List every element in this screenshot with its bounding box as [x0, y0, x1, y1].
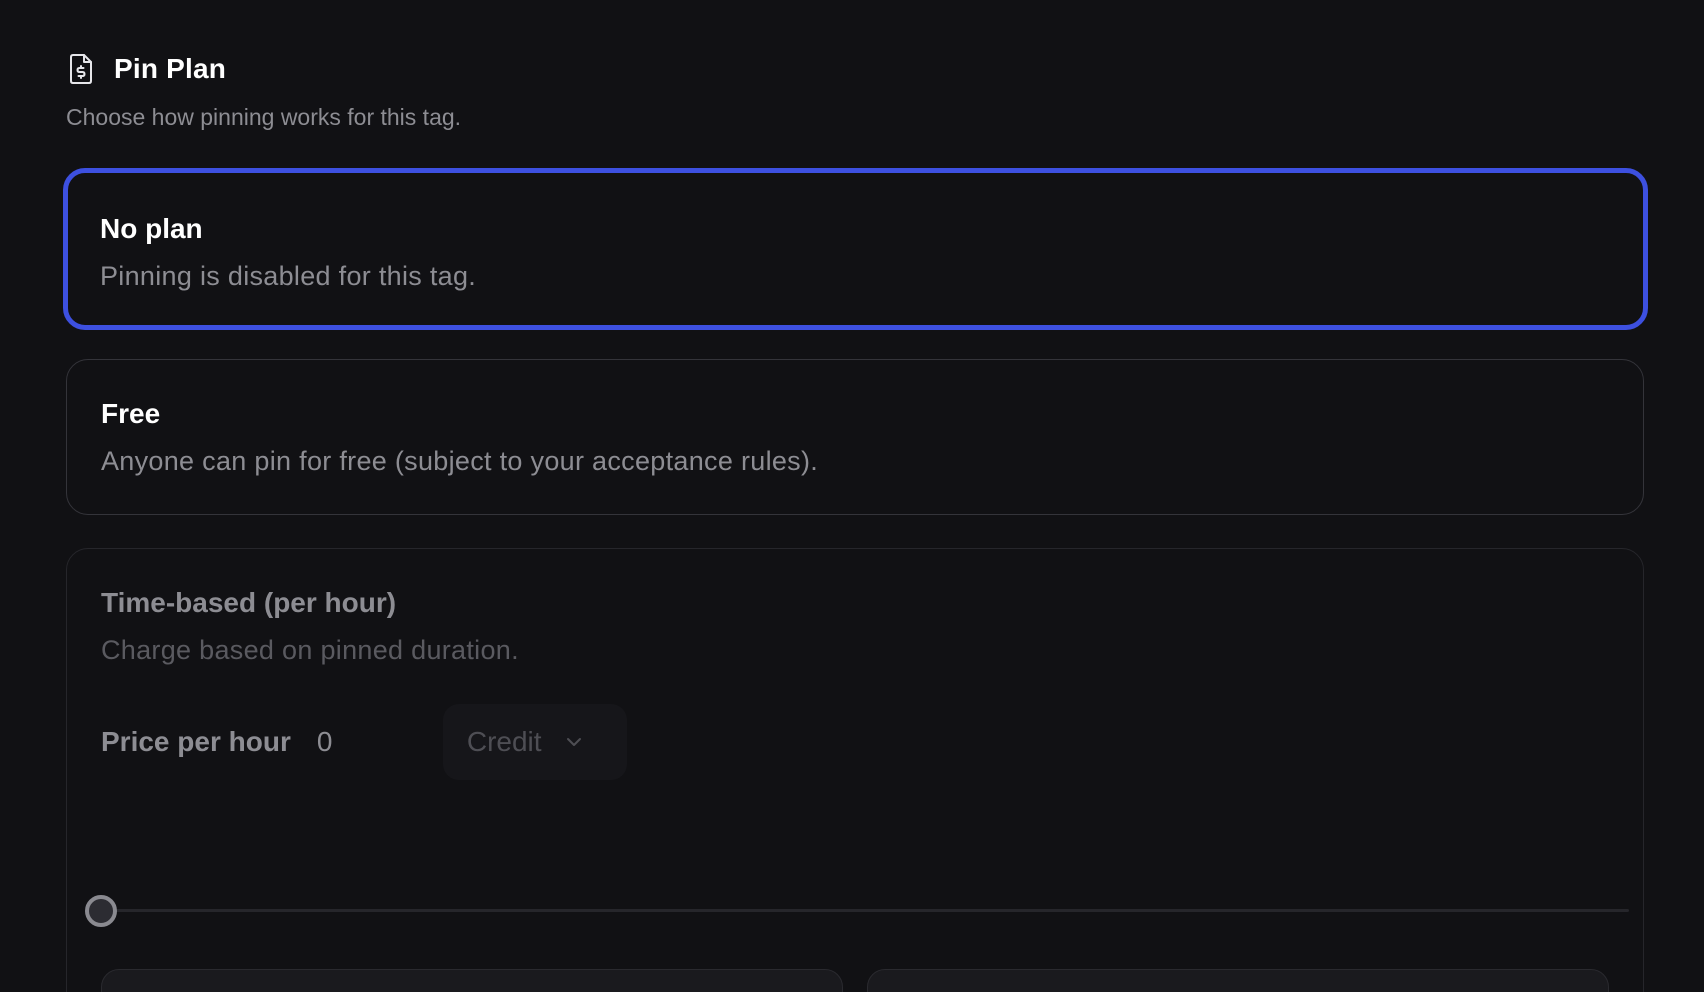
sub-option-card[interactable] [867, 969, 1609, 992]
option-title: Time-based (per hour) [101, 587, 397, 618]
price-label: Price per hour [101, 726, 291, 757]
price-row: Price per hour Credit [101, 704, 1643, 780]
option-description: Anyone can pin for free (subject to your… [101, 446, 819, 476]
option-description: Charge based on pinned duration. [101, 635, 519, 665]
option-description: Pinning is disabled for this tag. [100, 261, 477, 291]
file-dollar-icon [66, 52, 96, 86]
slider-track [95, 909, 1629, 912]
page-subtitle: Choose how pinning works for this tag. [66, 104, 462, 130]
plan-option-free[interactable]: Free Anyone can pin for free (subject to… [66, 359, 1644, 515]
time-based-sub-options [101, 969, 1613, 992]
option-title: No plan [100, 213, 203, 244]
sub-option-card[interactable] [101, 969, 843, 992]
currency-select[interactable]: Credit [442, 704, 627, 780]
plan-option-no-plan[interactable]: No plan Pinning is disabled for this tag… [63, 168, 1648, 330]
slider-thumb[interactable] [85, 895, 117, 927]
chevron-down-icon [566, 734, 582, 750]
page-title: Pin Plan [114, 53, 227, 84]
price-slider[interactable] [85, 895, 1629, 927]
currency-selected-value: Credit [466, 726, 542, 757]
plan-option-time-based[interactable]: Time-based (per hour) Charge based on pi… [66, 548, 1644, 992]
section-header: Pin Plan [66, 52, 1638, 86]
price-input[interactable] [316, 726, 427, 758]
option-title: Free [101, 398, 161, 429]
pin-plan-page: Pin Plan Choose how pinning works for th… [0, 0, 1704, 992]
